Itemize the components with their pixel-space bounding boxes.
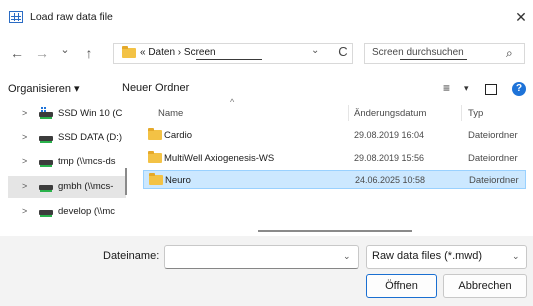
folder-icon (122, 46, 136, 58)
window-title: Load raw data file (30, 11, 113, 23)
file-date: 29.08.2019 15:56 (354, 153, 425, 163)
file-type-value: Raw data files (*.mwd) (372, 250, 483, 262)
file-date: 29.08.2019 16:04 (354, 130, 425, 140)
recent-locations-button[interactable]: ⌄ (56, 40, 74, 60)
filename-label: Dateiname: (103, 250, 160, 262)
view-options-chevron-icon[interactable]: ▾ (464, 83, 469, 94)
file-type: Dateiordner (469, 175, 519, 186)
search-underline (400, 59, 467, 60)
app-grid-icon (9, 11, 23, 23)
sidebar-item-label: tmp (\\mcs-ds (58, 156, 116, 167)
expand-chevron-icon[interactable]: > (22, 181, 27, 191)
network-drive-icon (39, 210, 53, 217)
sidebar-item-label: SSD Win 10 (C (58, 108, 123, 119)
sidebar-item-tmp[interactable]: > tmp (\\mcs-ds (8, 151, 126, 173)
horizontal-scrollbar[interactable] (258, 230, 412, 232)
network-drive-icon (39, 185, 53, 192)
file-name: Neuro (165, 175, 191, 186)
column-header-name[interactable]: Name (158, 108, 183, 119)
sidebar-item-label: SSD DATA (D:) (58, 132, 123, 143)
organize-menu-button[interactable]: Organisieren ▾ (8, 82, 80, 95)
folder-icon (149, 173, 163, 185)
breadcrumb-underline (196, 59, 262, 60)
file-date: 24.06.2025 10:58 (355, 175, 426, 185)
forward-button[interactable]: → (33, 43, 51, 63)
sidebar-scrollbar[interactable] (125, 168, 127, 195)
file-row-multiwell[interactable]: MultiWell Axiogenesis-WS 29.08.2019 15:5… (143, 149, 526, 168)
cancel-button[interactable]: Abbrechen (443, 274, 527, 298)
folder-icon (148, 151, 162, 163)
column-divider[interactable] (348, 105, 349, 121)
drive-icon (39, 136, 53, 143)
filename-input[interactable] (164, 245, 359, 269)
file-type: Dateiordner (468, 153, 518, 164)
sidebar-item-label: develop (\\mc (58, 206, 116, 217)
address-dropdown-chevron-icon[interactable]: ⌄ (311, 45, 319, 56)
file-name: Cardio (164, 130, 192, 141)
windows-drive-icon (39, 107, 53, 119)
filename-dropdown-chevron-icon[interactable]: ⌄ (343, 251, 351, 262)
sidebar-item-ssd-data[interactable]: > SSD DATA (D:) (8, 127, 126, 149)
sidebar-item-gmbh[interactable]: > gmbh (\\mcs- (8, 176, 126, 198)
up-button[interactable]: ↑ (80, 43, 98, 63)
refresh-button[interactable]: C (335, 44, 351, 59)
open-button[interactable]: Öffnen (366, 274, 437, 298)
column-header-date[interactable]: Änderungsdatum (354, 108, 426, 119)
close-button[interactable]: ✕ (510, 7, 532, 27)
file-type-chevron-icon[interactable]: ⌄ (512, 251, 520, 262)
back-button[interactable]: ← (8, 43, 26, 63)
network-drive-icon (39, 160, 53, 167)
preview-pane-icon[interactable] (485, 84, 497, 95)
expand-chevron-icon[interactable]: > (22, 156, 27, 166)
column-divider[interactable] (461, 105, 462, 121)
column-header-type[interactable]: Typ (468, 108, 483, 119)
search-icon[interactable]: ⌕ (506, 46, 513, 61)
folder-icon (148, 128, 162, 140)
new-folder-button[interactable]: Neuer Ordner (122, 82, 189, 94)
expand-chevron-icon[interactable]: > (22, 132, 27, 142)
expand-chevron-icon[interactable]: > (22, 206, 27, 216)
breadcrumb[interactable]: « Daten › Screen (140, 47, 216, 58)
sidebar-item-ssd-win10[interactable]: > SSD Win 10 (C (8, 103, 126, 125)
help-icon[interactable]: ? (512, 82, 526, 96)
view-options-icon[interactable]: ≡ (443, 81, 450, 95)
sidebar-item-develop[interactable]: > develop (\\mc (8, 201, 126, 223)
file-row-cardio[interactable]: Cardio 29.08.2019 16:04 Dateiordner (143, 126, 526, 145)
search-placeholder: Screen durchsuchen (372, 47, 464, 58)
file-name: MultiWell Axiogenesis-WS (164, 153, 275, 164)
expand-chevron-icon[interactable]: > (22, 108, 27, 118)
sort-ascending-icon: ^ (230, 97, 235, 107)
file-type: Dateiordner (468, 130, 518, 141)
sidebar-item-label: gmbh (\\mcs- (58, 181, 114, 192)
file-row-neuro[interactable]: Neuro 24.06.2025 10:58 Dateiordner (143, 170, 526, 189)
